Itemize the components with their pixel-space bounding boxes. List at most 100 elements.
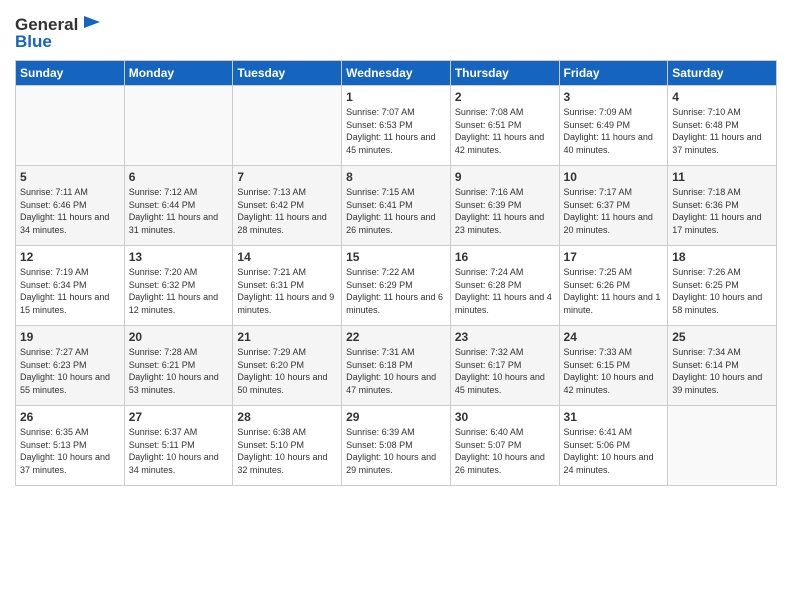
day-info: Sunrise: 7:16 AMSunset: 6:39 PMDaylight:… [455, 186, 555, 236]
day-number: 3 [564, 90, 664, 104]
day-info: Sunrise: 7:25 AMSunset: 6:26 PMDaylight:… [564, 266, 664, 316]
week-row-4: 19 Sunrise: 7:27 AMSunset: 6:23 PMDayligh… [16, 326, 777, 406]
day-number: 13 [129, 250, 229, 264]
calendar-cell: 28 Sunrise: 6:38 AMSunset: 5:10 PMDayligh… [233, 406, 342, 486]
weekday-header-thursday: Thursday [450, 61, 559, 86]
calendar-cell: 29 Sunrise: 6:39 AMSunset: 5:08 PMDayligh… [342, 406, 451, 486]
week-row-2: 5Sunrise: 7:11 AMSunset: 6:46 PMDaylight… [16, 166, 777, 246]
calendar-cell: 15 Sunrise: 7:22 AMSunset: 6:29 PMDayligh… [342, 246, 451, 326]
day-number: 11 [672, 170, 772, 184]
logo: General Blue [15, 14, 102, 52]
day-number: 19 [20, 330, 120, 344]
day-info: Sunrise: 7:09 AMSunset: 6:49 PMDaylight:… [564, 106, 664, 156]
calendar-cell: 3 Sunrise: 7:09 AMSunset: 6:49 PMDaylight… [559, 86, 668, 166]
day-info: Sunrise: 6:40 AMSunset: 5:07 PMDaylight:… [455, 426, 555, 476]
calendar-cell [124, 86, 233, 166]
weekday-header-row: SundayMondayTuesdayWednesdayThursdayFrid… [16, 61, 777, 86]
weekday-header-tuesday: Tuesday [233, 61, 342, 86]
weekday-header-wednesday: Wednesday [342, 61, 451, 86]
day-info: Sunrise: 7:17 AMSunset: 6:37 PMDaylight:… [564, 186, 664, 236]
day-info: Sunrise: 6:41 AMSunset: 5:06 PMDaylight:… [564, 426, 664, 476]
calendar-cell: 11 Sunrise: 7:18 AMSunset: 6:36 PMDayligh… [668, 166, 777, 246]
calendar-cell: 17 Sunrise: 7:25 AMSunset: 6:26 PMDayligh… [559, 246, 668, 326]
day-info: Sunrise: 7:22 AMSunset: 6:29 PMDaylight:… [346, 266, 446, 316]
calendar-cell: 13Sunrise: 7:20 AMSunset: 6:32 PMDayligh… [124, 246, 233, 326]
calendar-cell: 26 Sunrise: 6:35 AMSunset: 5:13 PMDayligh… [16, 406, 125, 486]
day-number: 26 [20, 410, 120, 424]
calendar-cell: 12 Sunrise: 7:19 AMSunset: 6:34 PMDayligh… [16, 246, 125, 326]
day-number: 30 [455, 410, 555, 424]
week-row-3: 12 Sunrise: 7:19 AMSunset: 6:34 PMDayligh… [16, 246, 777, 326]
day-number: 18 [672, 250, 772, 264]
day-number: 24 [564, 330, 664, 344]
day-number: 29 [346, 410, 446, 424]
weekday-header-sunday: Sunday [16, 61, 125, 86]
calendar-cell: 30 Sunrise: 6:40 AMSunset: 5:07 PMDayligh… [450, 406, 559, 486]
day-number: 4 [672, 90, 772, 104]
day-info: Sunrise: 7:12 AMSunset: 6:44 PMDaylight:… [129, 186, 229, 236]
day-info: Sunrise: 7:19 AMSunset: 6:34 PMDaylight:… [20, 266, 120, 316]
calendar-cell: 19 Sunrise: 7:27 AMSunset: 6:23 PMDayligh… [16, 326, 125, 406]
day-info: Sunrise: 7:18 AMSunset: 6:36 PMDaylight:… [672, 186, 772, 236]
day-number: 9 [455, 170, 555, 184]
day-info: Sunrise: 6:38 AMSunset: 5:10 PMDaylight:… [237, 426, 337, 476]
day-info: Sunrise: 7:24 AMSunset: 6:28 PMDaylight:… [455, 266, 555, 316]
day-info: Sunrise: 7:08 AMSunset: 6:51 PMDaylight:… [455, 106, 555, 156]
day-number: 20 [129, 330, 229, 344]
day-number: 12 [20, 250, 120, 264]
day-info: Sunrise: 7:31 AMSunset: 6:18 PMDaylight:… [346, 346, 446, 396]
day-info: Sunrise: 7:27 AMSunset: 6:23 PMDaylight:… [20, 346, 120, 396]
calendar-cell: 22 Sunrise: 7:31 AMSunset: 6:18 PMDayligh… [342, 326, 451, 406]
calendar-cell: 6 Sunrise: 7:12 AMSunset: 6:44 PMDaylight… [124, 166, 233, 246]
calendar-cell: 1Sunrise: 7:07 AMSunset: 6:53 PMDaylight… [342, 86, 451, 166]
day-number: 14 [237, 250, 337, 264]
day-number: 7 [237, 170, 337, 184]
calendar-cell: 25Sunrise: 7:34 AMSunset: 6:14 PMDayligh… [668, 326, 777, 406]
calendar-cell: 20 Sunrise: 7:28 AMSunset: 6:21 PMDayligh… [124, 326, 233, 406]
day-info: Sunrise: 7:32 AMSunset: 6:17 PMDaylight:… [455, 346, 555, 396]
calendar-cell: 4 Sunrise: 7:10 AMSunset: 6:48 PMDaylight… [668, 86, 777, 166]
day-number: 23 [455, 330, 555, 344]
calendar-cell [668, 406, 777, 486]
day-info: Sunrise: 6:39 AMSunset: 5:08 PMDaylight:… [346, 426, 446, 476]
weekday-header-monday: Monday [124, 61, 233, 86]
day-number: 25 [672, 330, 772, 344]
day-info: Sunrise: 7:29 AMSunset: 6:20 PMDaylight:… [237, 346, 337, 396]
day-number: 10 [564, 170, 664, 184]
day-info: Sunrise: 7:21 AMSunset: 6:31 PMDaylight:… [237, 266, 337, 316]
weekday-header-saturday: Saturday [668, 61, 777, 86]
day-number: 22 [346, 330, 446, 344]
day-number: 2 [455, 90, 555, 104]
calendar-cell: 8Sunrise: 7:15 AMSunset: 6:41 PMDaylight… [342, 166, 451, 246]
calendar-cell: 10 Sunrise: 7:17 AMSunset: 6:37 PMDayligh… [559, 166, 668, 246]
day-info: Sunrise: 7:28 AMSunset: 6:21 PMDaylight:… [129, 346, 229, 396]
calendar-cell [233, 86, 342, 166]
day-number: 6 [129, 170, 229, 184]
calendar-cell: 2 Sunrise: 7:08 AMSunset: 6:51 PMDaylight… [450, 86, 559, 166]
calendar-cell: 9 Sunrise: 7:16 AMSunset: 6:39 PMDaylight… [450, 166, 559, 246]
day-number: 15 [346, 250, 446, 264]
weekday-header-friday: Friday [559, 61, 668, 86]
day-info: Sunrise: 7:13 AMSunset: 6:42 PMDaylight:… [237, 186, 337, 236]
calendar-cell: 18Sunrise: 7:26 AMSunset: 6:25 PMDayligh… [668, 246, 777, 326]
week-row-1: 1Sunrise: 7:07 AMSunset: 6:53 PMDaylight… [16, 86, 777, 166]
day-info: Sunrise: 7:15 AMSunset: 6:41 PMDaylight:… [346, 186, 446, 236]
calendar-cell [16, 86, 125, 166]
day-number: 21 [237, 330, 337, 344]
day-info: Sunrise: 7:07 AMSunset: 6:53 PMDaylight:… [346, 106, 446, 156]
calendar-cell: 14 Sunrise: 7:21 AMSunset: 6:31 PMDayligh… [233, 246, 342, 326]
day-number: 16 [455, 250, 555, 264]
calendar-cell: 31Sunrise: 6:41 AMSunset: 5:06 PMDayligh… [559, 406, 668, 486]
logo-flag-icon [80, 14, 102, 36]
calendar-cell: 21 Sunrise: 7:29 AMSunset: 6:20 PMDayligh… [233, 326, 342, 406]
day-number: 17 [564, 250, 664, 264]
day-number: 28 [237, 410, 337, 424]
day-info: Sunrise: 7:10 AMSunset: 6:48 PMDaylight:… [672, 106, 772, 156]
day-info: Sunrise: 7:33 AMSunset: 6:15 PMDaylight:… [564, 346, 664, 396]
day-info: Sunrise: 7:11 AMSunset: 6:46 PMDaylight:… [20, 186, 120, 236]
calendar-cell: 23 Sunrise: 7:32 AMSunset: 6:17 PMDayligh… [450, 326, 559, 406]
week-row-5: 26 Sunrise: 6:35 AMSunset: 5:13 PMDayligh… [16, 406, 777, 486]
day-info: Sunrise: 6:35 AMSunset: 5:13 PMDaylight:… [20, 426, 120, 476]
calendar-table: SundayMondayTuesdayWednesdayThursdayFrid… [15, 60, 777, 486]
day-number: 27 [129, 410, 229, 424]
